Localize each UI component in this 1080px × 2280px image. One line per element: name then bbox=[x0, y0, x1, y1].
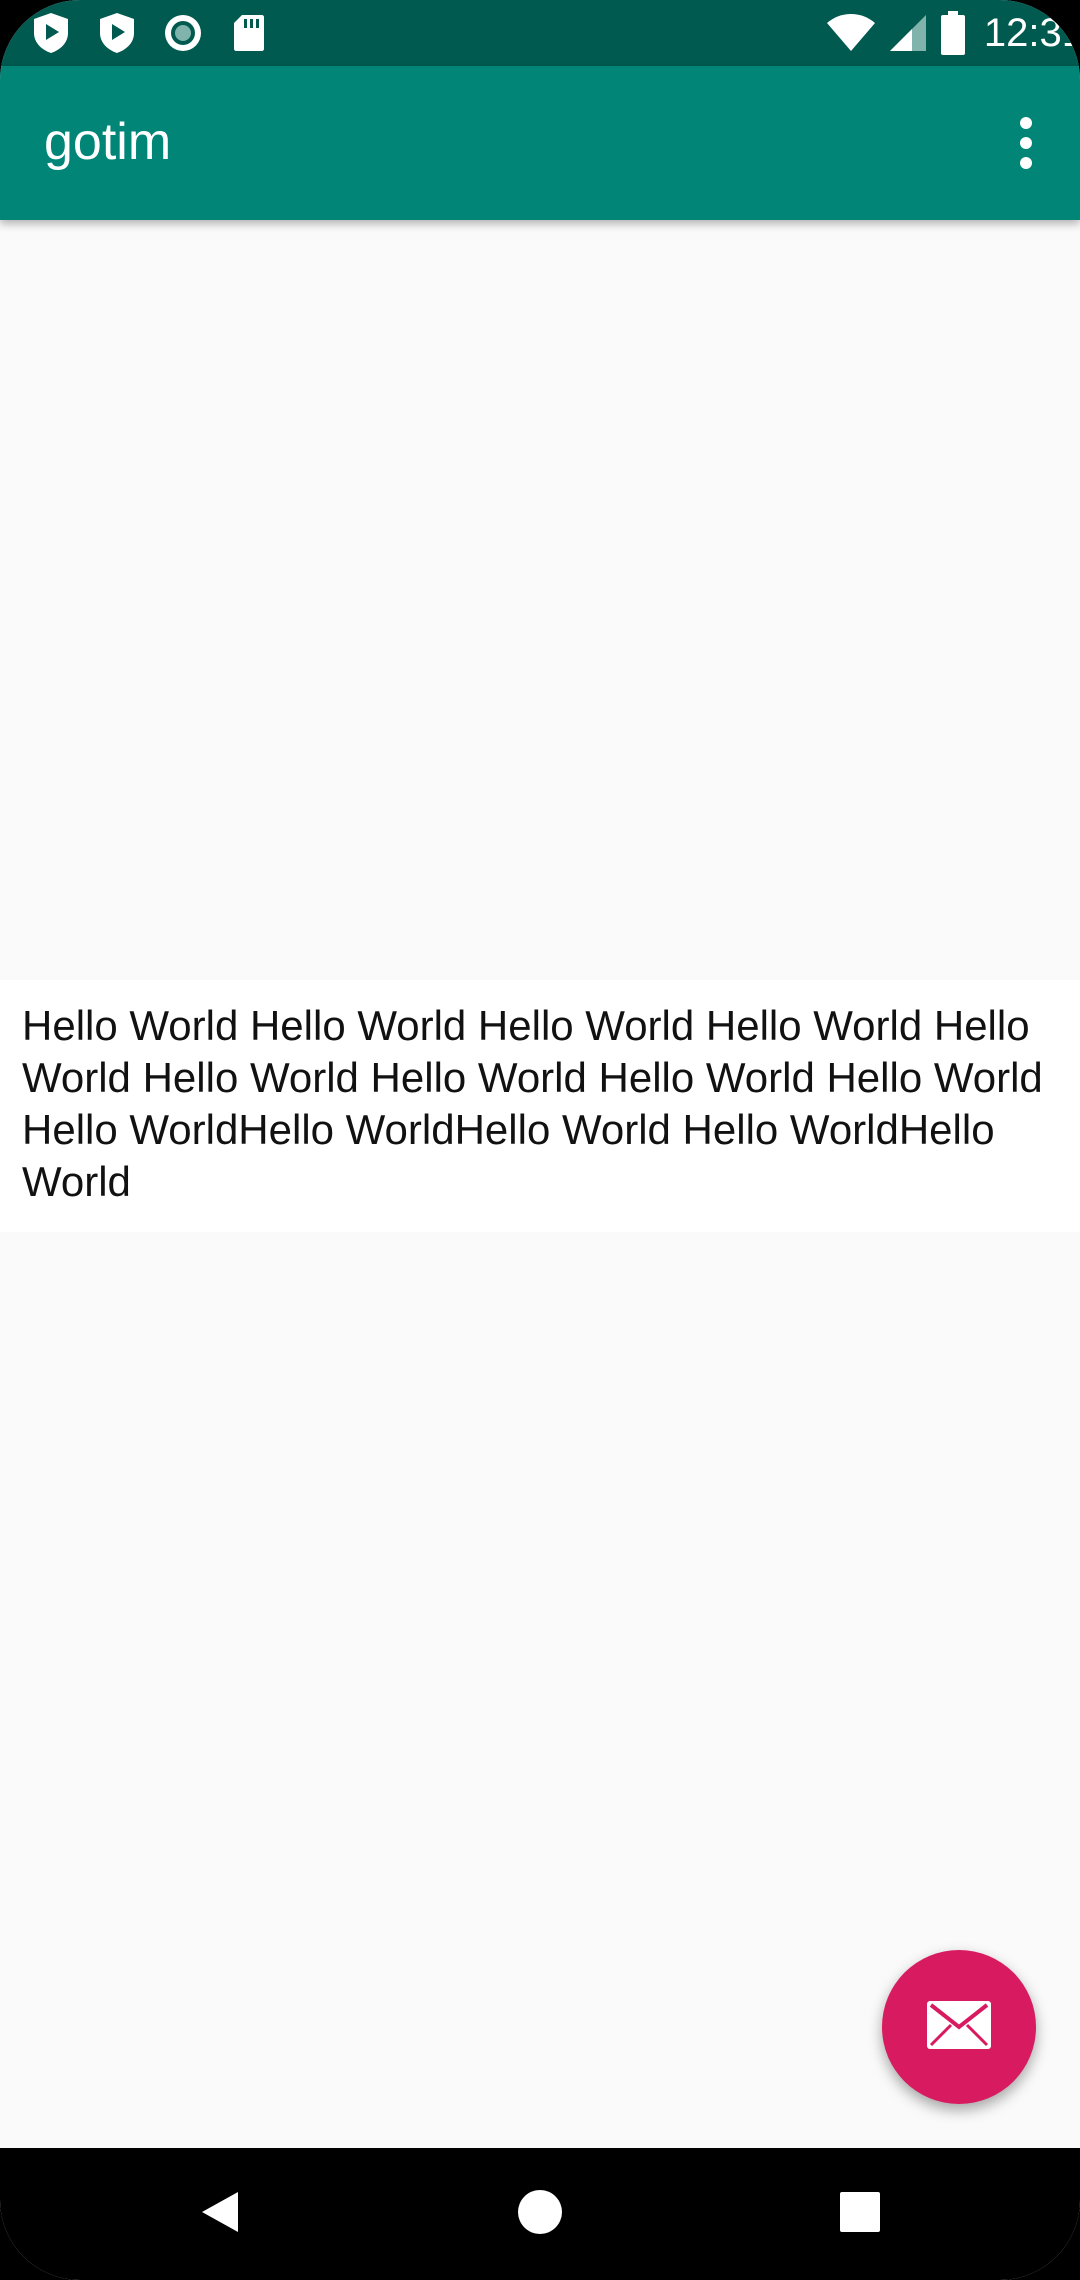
home-icon bbox=[516, 2188, 564, 2240]
sd-card-icon bbox=[226, 10, 272, 56]
menu-dot bbox=[1020, 137, 1032, 149]
more-vert-icon[interactable] bbox=[990, 98, 1062, 188]
mail-fab-button[interactable] bbox=[882, 1950, 1036, 2104]
home-button[interactable] bbox=[510, 2184, 570, 2244]
screen: 12:31 gotim Hello World Hello World Hell… bbox=[0, 0, 1080, 2280]
hello-world-text: Hello World Hello World Hello World Hell… bbox=[0, 980, 1080, 1232]
record-icon bbox=[160, 10, 206, 56]
signal-icon bbox=[888, 13, 928, 53]
recents-button[interactable] bbox=[830, 2184, 890, 2244]
status-bar: 12:31 bbox=[0, 0, 1080, 66]
mail-icon bbox=[925, 1999, 993, 2055]
play-shield-icon bbox=[94, 10, 140, 56]
status-right-icons: 12:31 bbox=[826, 8, 1080, 58]
navigation-bar bbox=[0, 2148, 1080, 2280]
app-bar: gotim bbox=[0, 66, 1080, 220]
battery-icon bbox=[940, 11, 966, 55]
menu-dot bbox=[1020, 117, 1032, 129]
play-shield-icon bbox=[28, 10, 74, 56]
wifi-icon bbox=[826, 13, 876, 53]
back-icon bbox=[198, 2188, 242, 2240]
menu-dot bbox=[1020, 157, 1032, 169]
back-button[interactable] bbox=[190, 2184, 250, 2244]
status-left-icons bbox=[28, 10, 292, 56]
status-clock: 12:31 bbox=[983, 10, 1080, 55]
app-title: gotim bbox=[44, 113, 172, 171]
recents-icon bbox=[838, 2190, 882, 2238]
